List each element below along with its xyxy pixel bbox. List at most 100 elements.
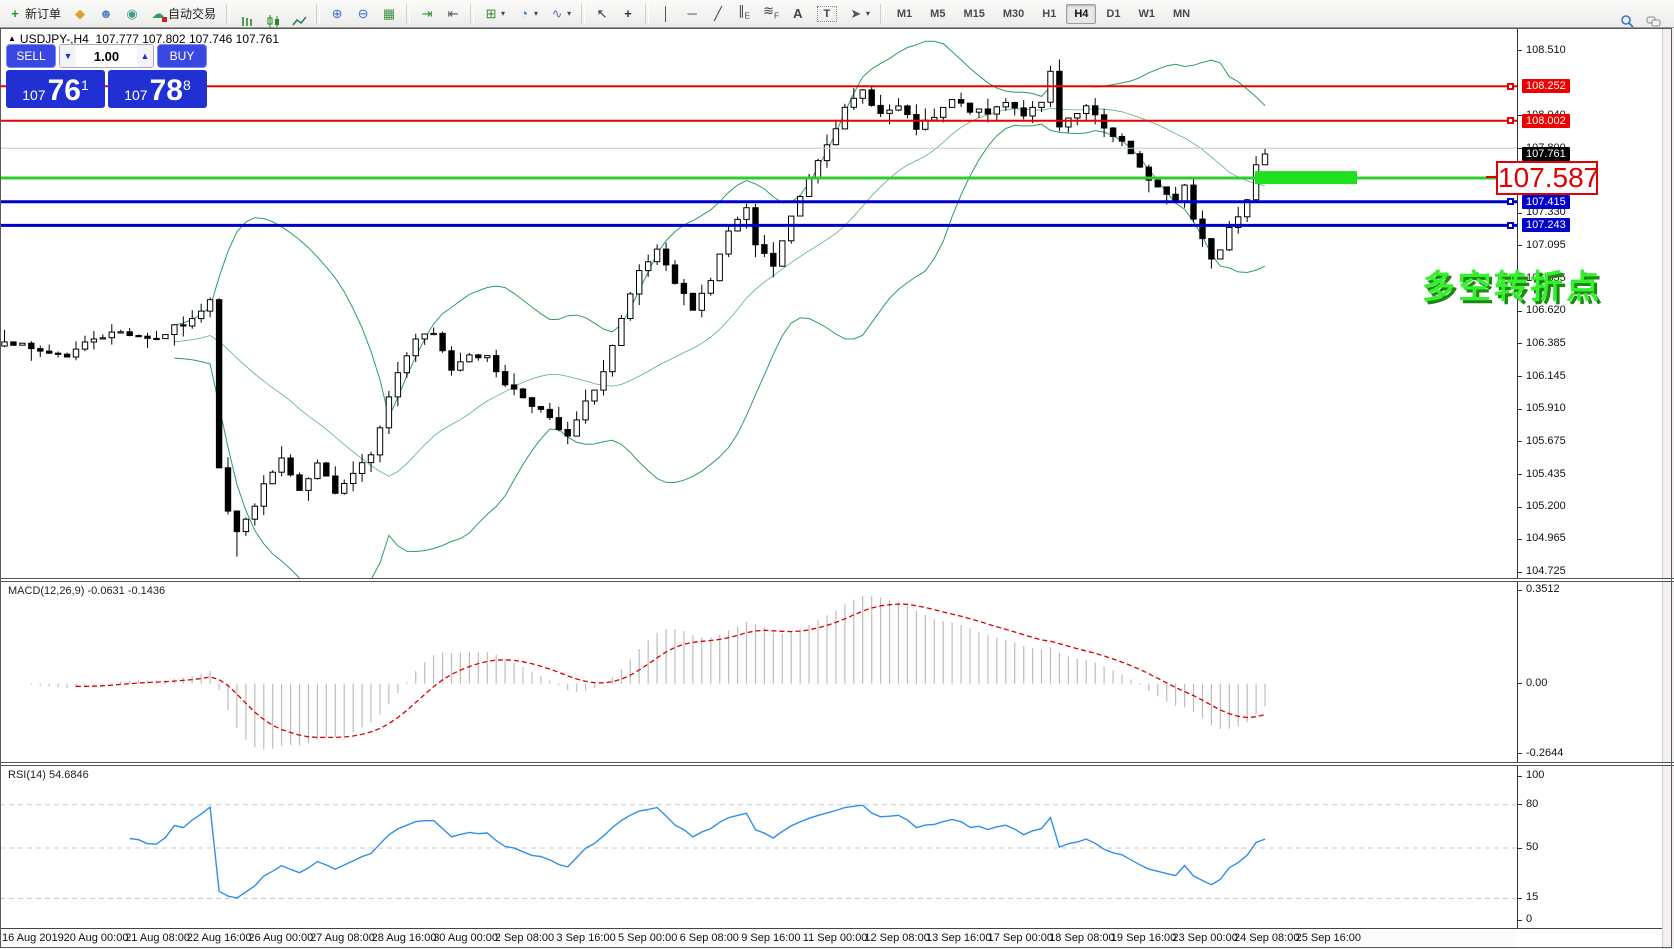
timeframe-h4[interactable]: H4: [1066, 3, 1097, 24]
volume-increase-button[interactable]: ▲: [137, 45, 153, 67]
date-label: 3 Sep 16:00: [556, 932, 616, 944]
channel-button[interactable]: ∥E: [732, 1, 756, 27]
tile-windows-button[interactable]: ▦: [377, 4, 401, 24]
sell-price[interactable]: 107 76 1: [6, 70, 105, 108]
auto-scroll-icon: ⇥: [421, 5, 433, 21]
horizontal-line-button[interactable]: ─: [680, 4, 704, 24]
timeframe-m5[interactable]: M5: [922, 4, 953, 24]
rsi-line: [129, 804, 1266, 899]
toolbar-separator: [406, 3, 411, 24]
data-window-icon[interactable]: ◆: [68, 4, 92, 24]
macd-tick-label: 0.3512: [1526, 583, 1560, 595]
date-label: 19 Sep 16:00: [1110, 932, 1177, 944]
candlestick-series: [1, 59, 1269, 557]
price-tick-label: 104.725: [1526, 565, 1566, 578]
turning-point-label[interactable]: 多空转折点: [1422, 260, 1602, 308]
buy-price[interactable]: 107 78 8: [108, 70, 207, 108]
toolbar-group: ⊞ ▾ ◔ ▾ ∿ ▾: [478, 4, 577, 24]
date-label: 17 Sep 00:00: [987, 932, 1054, 944]
timeframe-m30[interactable]: M30: [995, 4, 1032, 24]
date-label: 18 Sep 08:00: [1049, 932, 1115, 944]
price-tick-label: 108.510: [1526, 43, 1566, 56]
price-chart[interactable]: [0, 28, 1517, 578]
price-tick: [1518, 506, 1522, 508]
fibonacci-button[interactable]: ≋F: [758, 1, 784, 27]
sell-button[interactable]: SELL: [6, 44, 56, 68]
price-tick: [1518, 343, 1522, 345]
autotrading-button-label: 自动交易: [168, 7, 217, 21]
buy-button[interactable]: BUY: [157, 44, 207, 68]
rsi-panel[interactable]: [0, 766, 1517, 928]
periods-icon: ◔: [520, 5, 528, 21]
timeframe-mn[interactable]: MN: [1165, 4, 1198, 24]
text-button[interactable]: A: [786, 4, 810, 24]
date-label: 20 Aug 00:00: [63, 932, 129, 944]
line-end-marker[interactable]: [1507, 117, 1514, 125]
zoom-in-button[interactable]: ⊕: [325, 4, 349, 24]
line-end-marker[interactable]: [1507, 198, 1514, 206]
price-tick-label: 106.145: [1526, 369, 1566, 382]
price-annotation-connector: [1486, 176, 1496, 178]
macd-panel[interactable]: [0, 582, 1517, 762]
tile-windows-icon: ▦: [382, 5, 396, 21]
line-chart-button[interactable]: [287, 11, 311, 25]
panel-splitter[interactable]: [0, 578, 1674, 582]
cursor-button[interactable]: ↖: [590, 4, 614, 24]
text-label-button[interactable]: T: [812, 3, 842, 25]
shapes-button[interactable]: ➤ ▾: [844, 4, 875, 24]
rsi-title: RSI(14) 54.6846: [8, 769, 89, 781]
zoom-in-icon: ⊕: [331, 5, 343, 21]
date-label: 5 Sep 00:00: [618, 932, 678, 944]
price-annotation-box[interactable]: 107.587: [1496, 161, 1599, 195]
macd-tick-label: 0.00: [1526, 676, 1548, 689]
profile-icon-icon: ☻: [99, 5, 113, 21]
indicators-icon: ∿: [551, 5, 563, 21]
toolbar-separator: [226, 3, 231, 24]
price-tick-label: 106.385: [1526, 336, 1566, 349]
crosshair-button[interactable]: +: [616, 4, 640, 24]
timeframe-m1[interactable]: M1: [889, 4, 920, 24]
zoom-out-button[interactable]: ⊖: [351, 4, 375, 24]
indicators-button[interactable]: ∿ ▾: [545, 4, 576, 24]
signals-icon[interactable]: ◉: [120, 4, 144, 24]
panel-splitter[interactable]: [0, 762, 1674, 766]
date-label: 30 Aug 00:00: [433, 932, 499, 944]
profile-icon[interactable]: ☻: [94, 4, 118, 24]
trendline-button[interactable]: ╱: [706, 4, 730, 24]
price-tick-label: 105.435: [1526, 467, 1566, 480]
trendline-icon: ╱: [714, 5, 722, 21]
toolbar-group: │ ─ ╱ ∥E ≋F A T ➤ ▾: [653, 1, 876, 27]
new-chart-button[interactable]: ⊞ ▾: [479, 4, 510, 24]
price-line-label: 108.002: [1522, 113, 1570, 128]
autotrading-button[interactable]: ☁ 自动交易: [146, 2, 221, 25]
one-click-trading-panel: SELL ▼ 1.00 ▲ BUY 107 76 1 107 78 8: [6, 44, 207, 108]
timeframe-w1[interactable]: W1: [1130, 4, 1163, 24]
timeframe-h1[interactable]: H1: [1034, 4, 1064, 24]
candlestick-chart-button[interactable]: [261, 11, 285, 28]
periods-button[interactable]: ◔ ▾: [512, 4, 543, 24]
zoom-out-icon: ⊖: [357, 5, 369, 21]
chat-button[interactable]: [1641, 11, 1665, 26]
auto-scroll-button[interactable]: ⇥: [415, 4, 439, 24]
timeframe-d1[interactable]: D1: [1098, 4, 1128, 24]
date-label: 28 Aug 16:00: [371, 932, 437, 944]
volume-decrease-button[interactable]: ▼: [60, 45, 76, 67]
chart-shift-button[interactable]: ⇤: [441, 4, 465, 24]
line-end-marker[interactable]: [1507, 82, 1514, 90]
new-order-button[interactable]: + 新订单: [3, 2, 66, 25]
toolbar-separator: [879, 3, 884, 24]
date-label: 23 Sep 00:00: [1172, 932, 1238, 944]
timeframe-m15[interactable]: M15: [955, 4, 992, 24]
toolbar: + 新订单 ◆ ☻ ◉ ☁ 自动交易 ⊕ ⊖ ▦ ⇥ ⇤ ⊞ ▾ ◔ ▾ ∿ ▾ ↖ + │ ─ ╱ ∥E ≋F A T ➤ ▾ M1 M5…: [0, 0, 1674, 28]
search-button[interactable]: [1615, 11, 1639, 28]
volume-input[interactable]: 1.00: [76, 45, 137, 67]
chart-collapse-icon[interactable]: ▲: [8, 34, 16, 43]
pivot-zone-rectangle[interactable]: [1255, 171, 1357, 185]
rsi-tick-label: 100: [1526, 769, 1545, 781]
bar-chart-button[interactable]: [235, 11, 259, 26]
panel-border: [0, 928, 1662, 929]
price-tick: [1518, 212, 1522, 214]
line-end-marker[interactable]: [1507, 221, 1514, 229]
dropdown-caret-icon: ▾: [534, 9, 539, 18]
vertical-line-button[interactable]: │: [654, 4, 678, 24]
